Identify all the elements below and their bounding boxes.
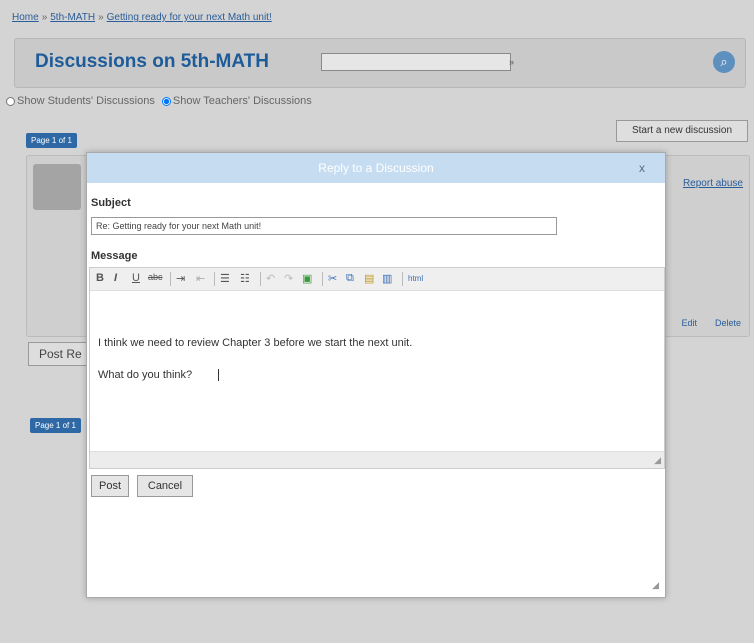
subject-input[interactable] [91, 217, 557, 235]
search-go[interactable]: » [509, 57, 514, 67]
bullet-list-icon[interactable]: ☷ [240, 272, 250, 285]
search-icon[interactable]: ⌕ [713, 51, 735, 73]
strikethrough-button[interactable]: abc [148, 272, 163, 282]
pagination-bottom[interactable]: Page 1 of 1 [30, 418, 81, 433]
outdent-icon[interactable]: ⇤ [196, 272, 205, 285]
resize-grip-icon[interactable]: ◢ [654, 455, 661, 466]
post-button[interactable]: Post [91, 475, 129, 497]
editor-status-bar: ◢ [90, 451, 664, 468]
editor-body[interactable]: I think we need to review Chapter 3 befo… [90, 291, 664, 441]
start-discussion-button[interactable]: Start a new discussion [616, 120, 748, 142]
students-radio[interactable] [6, 96, 15, 106]
delete-link[interactable]: Delete [715, 318, 741, 328]
close-icon[interactable]: x [639, 161, 645, 175]
paste-icon[interactable]: ▤ [364, 272, 374, 285]
message-label: Message [91, 250, 138, 262]
search-input[interactable] [321, 53, 511, 71]
redo-icon[interactable]: ↷ [284, 272, 293, 285]
breadcrumb: Home» 5th-MATH» Getting ready for your nex… [12, 12, 272, 23]
filter-row: Show Students' Discussions Show Teachers… [6, 95, 316, 107]
report-abuse-link[interactable]: Report abuse [683, 178, 743, 189]
image-icon[interactable]: ▣ [302, 272, 312, 285]
breadcrumb-section[interactable]: 5th-MATH [50, 12, 95, 23]
italic-button[interactable]: I [114, 272, 117, 284]
modal-titlebar[interactable]: Reply to a Discussion x [87, 153, 665, 183]
subject-label: Subject [91, 197, 131, 209]
copy-icon[interactable]: ⧉ [346, 272, 354, 285]
page-title: Discussions on 5th-MATH [35, 51, 269, 72]
modal-resize-icon[interactable]: ◢ [652, 580, 659, 591]
breadcrumb-separator: » [41, 12, 48, 23]
rich-text-editor: B I U abc ⇥ ⇤ ☰ ☷ ↶ ↷ ▣ ✂ ⧉ ▤ ▥ html I t… [89, 267, 665, 469]
underline-button[interactable]: U [132, 272, 140, 284]
undo-icon[interactable]: ↶ [266, 272, 275, 285]
breadcrumb-home[interactable]: Home [12, 12, 39, 23]
cut-icon[interactable]: ✂ [328, 272, 337, 285]
editor-toolbar: B I U abc ⇥ ⇤ ☰ ☷ ↶ ↷ ▣ ✂ ⧉ ▤ ▥ html [90, 268, 664, 291]
avatar [33, 164, 81, 210]
html-button[interactable]: html [408, 274, 423, 283]
teachers-filter-label[interactable]: Show Teachers' Discussions [173, 95, 312, 107]
message-line-2: What do you think? [98, 369, 193, 381]
bold-button[interactable]: B [96, 272, 104, 284]
pagination-top[interactable]: Page 1 of 1 [26, 133, 77, 148]
ordered-list-icon[interactable]: ☰ [220, 272, 230, 285]
breadcrumb-current[interactable]: Getting ready for your next Math unit! [107, 12, 272, 23]
students-filter-label[interactable]: Show Students' Discussions [17, 95, 155, 107]
cancel-button[interactable]: Cancel [137, 475, 193, 497]
reply-modal: Reply to a Discussion x Subject Message … [86, 152, 666, 598]
breadcrumb-separator: » [98, 12, 104, 23]
teachers-radio[interactable] [161, 96, 171, 106]
edit-link[interactable]: Edit [681, 318, 697, 328]
paste-word-icon[interactable]: ▥ [382, 272, 392, 285]
indent-icon[interactable]: ⇥ [176, 272, 185, 285]
header-bar: Discussions on 5th-MATH » ⌕ [14, 38, 746, 88]
message-line-1: I think we need to review Chapter 3 befo… [98, 337, 413, 349]
text-caret [218, 369, 219, 381]
modal-title: Reply to a Discussion [318, 161, 434, 175]
